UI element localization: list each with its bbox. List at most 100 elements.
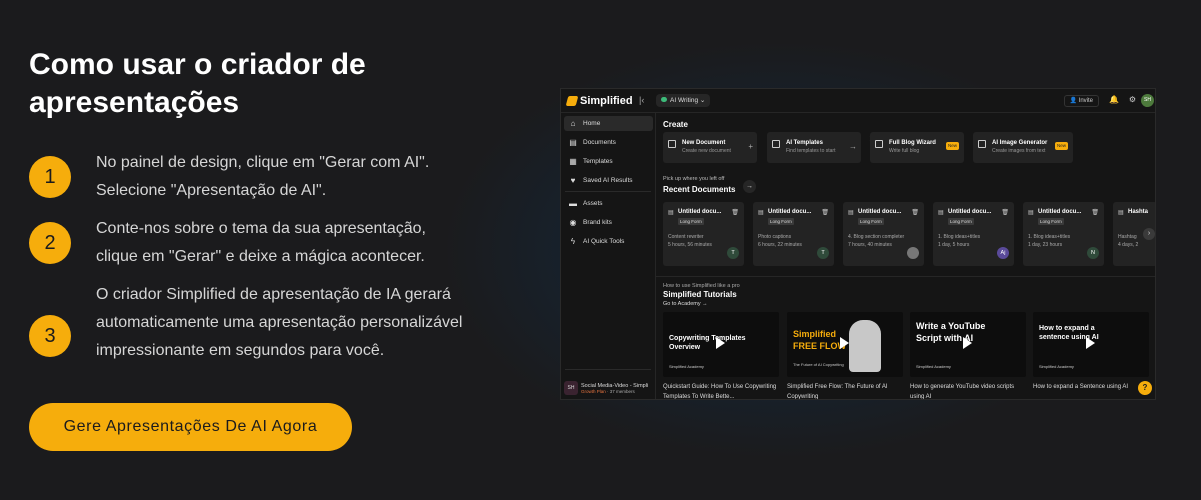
cta-button[interactable]: Gere Apresentações De AI Agora [29,403,352,451]
doc-avatar: N [1087,247,1099,259]
recent-doc-card[interactable]: ▤ Untitled docu... 🗑 Long Form 4. Blog s… [843,202,924,266]
app-main: Create ➤ New Document Create new documen… [656,113,1155,399]
heart-icon: ♥ [570,176,576,185]
recent-doc-card[interactable]: ▤ Untitled docu... 🗑 Long Form 1. Blog i… [933,202,1014,266]
step-number: 2 [29,222,71,264]
section-divider [656,276,1155,277]
sidebar-item-label: AI Quick Tools [583,238,625,245]
doc-time: 1 day, 23 hours [1028,242,1063,248]
sidebar-item-saved-ai-results[interactable]: ♥ Saved AI Results [564,173,653,188]
folder-icon: ▬ [569,199,577,208]
trash-icon[interactable]: 🗑 [821,209,829,216]
collapse-sidebar-icon[interactable]: |‹ [639,95,644,105]
trash-icon[interactable]: 🗑 [1091,209,1099,216]
pick-up-label: Pick up where you left off [663,176,725,182]
doc-icon: ▤ [668,210,674,216]
create-card-ai-image-generator[interactable]: AI Image Generator Create images from te… [973,132,1073,163]
gear-icon[interactable]: ⚙ [1129,95,1136,104]
doc-title: Untitled docu... [768,209,812,215]
trash-icon[interactable]: 🗑 [1001,209,1009,216]
simplified-logo[interactable]: Simplified [565,95,633,107]
doc-tool: 4. Blog section completer [848,234,905,240]
create-card-subtitle: Write full blog [889,148,920,154]
academy-link[interactable]: Go to Academy → [663,301,708,307]
video-caption[interactable]: Simplified Free Flow: The Future of AI C… [787,382,905,399]
doc-avatar-photo [907,247,919,259]
new-badge: New [1054,142,1068,150]
sidebar-item-home[interactable]: ⌂ Home [564,116,653,131]
create-card-full-blog-wizard[interactable]: Full Blog Wizard Write full blog New [870,132,964,163]
sidebar-item-label: Home [583,120,601,127]
video-thumbnail[interactable]: Copywriting Templates Overview Simplifie… [663,312,779,377]
play-icon [716,337,725,349]
doc-tool: Photo captions [758,234,792,240]
video-brand: Simplified Academy [916,364,951,369]
sidebar-item-brand-kits[interactable]: ◉ Brand kits [564,215,653,230]
plus-icon: + [748,142,753,151]
doc-tag: Long Form [678,218,704,225]
create-heading: Create [663,120,688,129]
create-card-title: AI Image Generator [992,140,1048,146]
create-card-ai-templates[interactable]: AI Templates Find templates to start → [767,132,861,163]
recent-doc-card[interactable]: ▤ Untitled docu... 🗑 Long Form Content r… [663,202,744,266]
ai-writing-label: AI Writing [670,97,699,104]
carousel-next-icon[interactable]: › [1143,228,1155,240]
bell-icon[interactable]: 🔔 [1109,95,1119,104]
sidebar-item-templates[interactable]: ▦ Templates [564,154,653,169]
video-thumb-subtitle: The Future of AI Copywriting [793,362,844,367]
new-badge: New [945,142,959,150]
recent-doc-card[interactable]: ▤ Untitled docu... 🗑 Long Form Photo cap… [753,202,834,266]
trash-icon[interactable]: 🗑 [911,209,919,216]
play-icon [840,337,849,349]
ai-writing-dropdown[interactable]: AI Writing ⌄ [656,94,711,107]
academy-link-label: Go to Academy [663,301,701,307]
sidebar-divider [565,191,651,192]
video-thumbnail[interactable]: Write a YouTube Script with AI Simplifie… [910,312,1026,377]
palette-icon: ◉ [569,218,577,227]
sidebar-item-label: Saved AI Results [583,177,633,184]
doc-tool: Content rewriter [668,234,704,240]
sidebar-item-ai-quick-tools[interactable]: ϟ AI Quick Tools [564,234,653,249]
video-caption[interactable]: How to generate YouTube video scripts us… [910,382,1028,399]
invite-label: Invite [1078,98,1093,104]
doc-icon: ▤ [1028,210,1034,216]
create-card-subtitle: Create new document [682,148,731,154]
step-3-text: O criador Simplified de apresentação de … [96,286,463,359]
sidebar-item-assets[interactable]: ▬ Assets [564,196,653,211]
page-title: Como usar o criador de apresentações [29,48,366,119]
recent-arrow-icon[interactable]: → [743,180,756,193]
create-card-title: Full Blog Wizard [889,140,936,146]
doc-icon: ▤ [938,210,944,216]
workspace-members: · 37 members [607,388,635,394]
how-to-label: How to use Simplified like a pro [663,283,740,289]
doc-time: 5 hours, 56 minutes [668,242,712,248]
video-thumbnail[interactable]: Simplified FREE FLOW The Future of AI Co… [787,312,903,377]
doc-title: Untitled docu... [858,209,902,215]
doc-time: 4 days, 2 [1118,242,1139,248]
trash-icon[interactable]: 🗑 [731,209,739,216]
tutorials-heading: Simplified Tutorials [663,290,737,299]
help-button[interactable]: ? [1138,381,1152,395]
sidebar-item-label: Templates [583,158,613,165]
doc-title: Hashta [1128,209,1149,215]
video-caption[interactable]: How to expand a Sentence using AI [1033,382,1151,392]
templates-icon: ▦ [569,157,577,166]
step-1: 1 [29,156,71,198]
recent-doc-card[interactable]: ▤ Untitled docu... 🗑 Long Form 1. Blog i… [1023,202,1104,266]
doc-time: 1 day, 5 hours [938,242,970,248]
play-icon [1086,337,1095,349]
video-caption[interactable]: Quickstart Guide: How To Use Copywriting… [663,382,781,399]
create-card-title: New Document [682,140,726,146]
doc-tag: Long Form [948,218,974,225]
video-thumbnail[interactable]: How to expand a sentence using AI Simpli… [1033,312,1149,377]
user-avatar[interactable]: SH [1141,94,1154,107]
bolt-icon: ϟ [570,237,576,246]
app-sidebar: ⌂ Home ▤ Documents ▦ Templates ♥ Saved AI Re… [561,113,656,399]
workspace-switcher[interactable]: SH Social Media-Video - Simpli Growth Pl… [564,378,656,398]
invite-button[interactable]: 👤 Invite [1063,95,1099,107]
sidebar-item-documents[interactable]: ▤ Documents [564,135,653,150]
doc-title: Untitled docu... [948,209,992,215]
create-card-new-document[interactable]: New Document Create new document + [663,132,757,163]
play-icon [963,337,972,349]
logo-icon [565,96,579,106]
